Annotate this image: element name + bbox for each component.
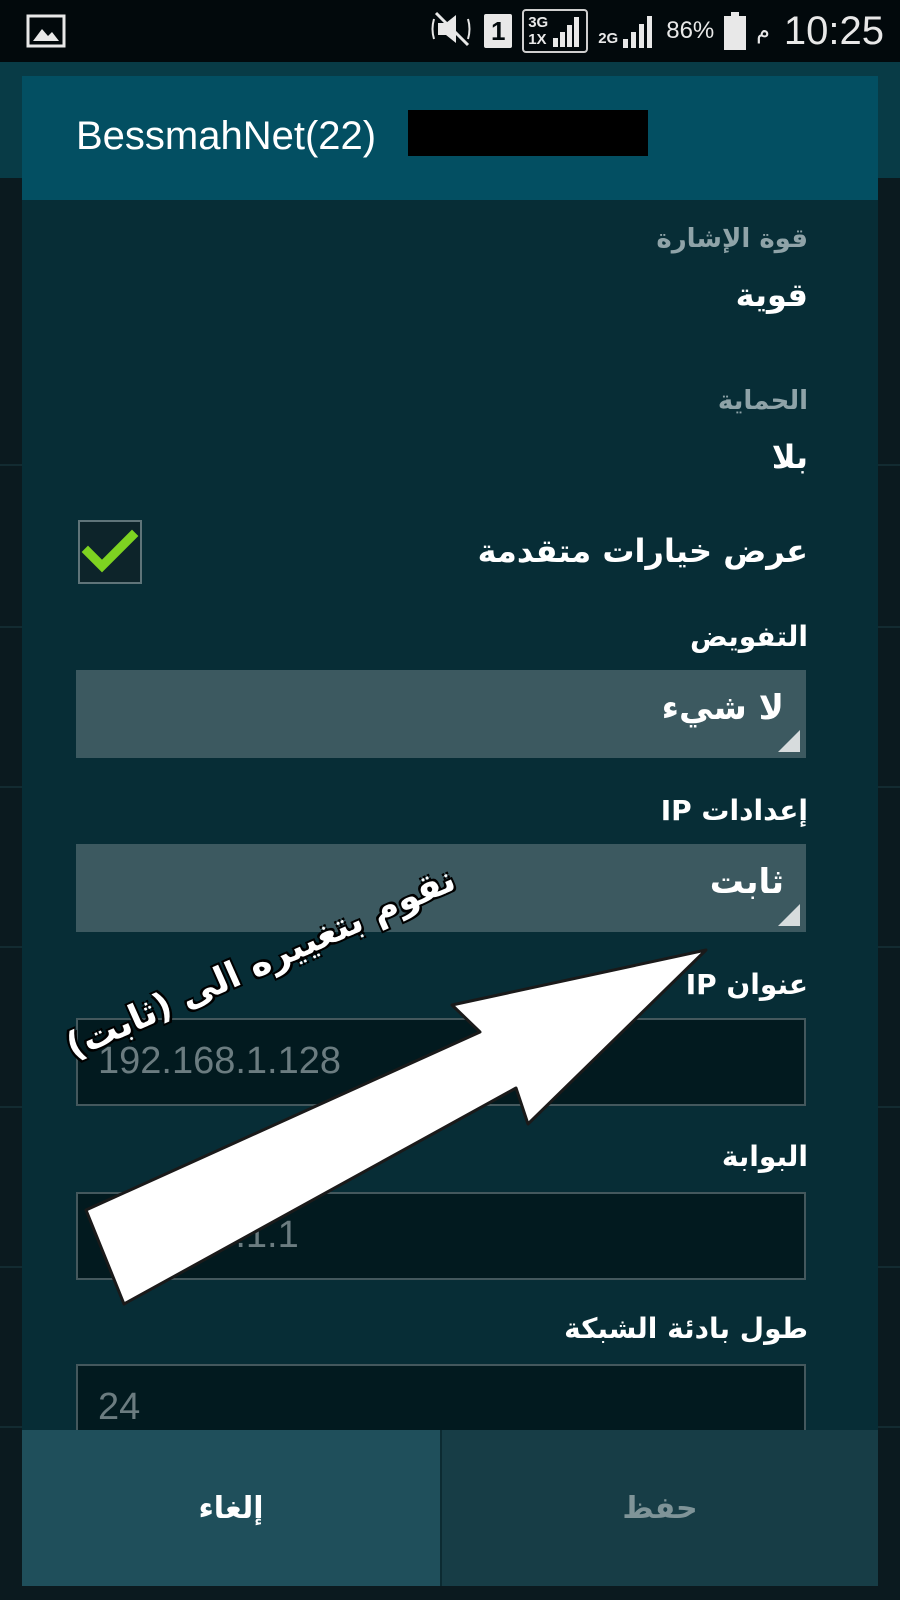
- dialog-title-bar: BessmahNet(22): [22, 76, 878, 200]
- ip-address-input[interactable]: 192.168.1.128: [76, 1018, 806, 1106]
- prefix-length-label: طول بادئة الشبكة: [564, 1312, 808, 1345]
- advanced-options-checkbox[interactable]: [78, 520, 142, 584]
- redaction-block: [408, 110, 648, 156]
- dropdown-corner-icon: [778, 904, 800, 926]
- prefix-length-input[interactable]: 24: [76, 1364, 806, 1434]
- battery-icon: [724, 12, 747, 50]
- dropdown-corner-icon: [778, 730, 800, 752]
- battery-percent: 86%: [666, 17, 715, 44]
- signal-3g-icon: 3G 1X: [522, 9, 589, 53]
- ip-settings-label: إعدادات IP: [660, 794, 808, 827]
- prefix-length-value: 24: [98, 1386, 141, 1428]
- ip-address-label: عنوان IP: [685, 968, 808, 1001]
- signal-strength-label: قوة الإشارة: [656, 224, 808, 254]
- wifi-network-dialog: BessmahNet(22) قوة الإشارة قوية الحماية …: [22, 76, 878, 1586]
- gateway-input[interactable]: 192.168.1.1: [76, 1192, 806, 1280]
- gateway-value: 192.168.1.1: [98, 1214, 299, 1256]
- ip-settings-selected-value: ثابت: [709, 862, 784, 902]
- sim-slot-number: 1: [490, 15, 506, 46]
- network-1x-label: 1X: [528, 31, 547, 48]
- advanced-options-label[interactable]: عرض خيارات متقدمة: [478, 532, 808, 570]
- network-2g-label: 2G: [598, 30, 619, 47]
- check-mark-icon: [81, 529, 139, 573]
- network-name-title: BessmahNet(22): [76, 114, 377, 158]
- status-bar: 1 3G 1X 2G 86% م 10:25: [0, 0, 900, 62]
- proxy-label: التفويض: [690, 620, 808, 653]
- ip-address-value: 192.168.1.128: [98, 1040, 342, 1082]
- security-value: بلا: [771, 438, 808, 476]
- mute-icon: [430, 9, 474, 53]
- sim-icon: 1: [484, 14, 513, 48]
- proxy-selected-value: لا شيء: [661, 688, 784, 728]
- save-button[interactable]: حفظ: [442, 1430, 878, 1586]
- gateway-label: البوابة: [721, 1140, 808, 1173]
- ampm-indicator: م: [756, 18, 770, 44]
- network-3g-label: 3G: [528, 14, 549, 31]
- signal-strength-value: قوية: [735, 276, 808, 314]
- proxy-dropdown[interactable]: لا شيء: [76, 670, 806, 758]
- gallery-icon: [26, 14, 66, 52]
- security-label: الحماية: [717, 386, 808, 416]
- signal-2g-icon: 2G: [598, 13, 656, 49]
- cancel-button[interactable]: إلغاء: [22, 1430, 440, 1586]
- clock-time: 10:25: [783, 8, 884, 53]
